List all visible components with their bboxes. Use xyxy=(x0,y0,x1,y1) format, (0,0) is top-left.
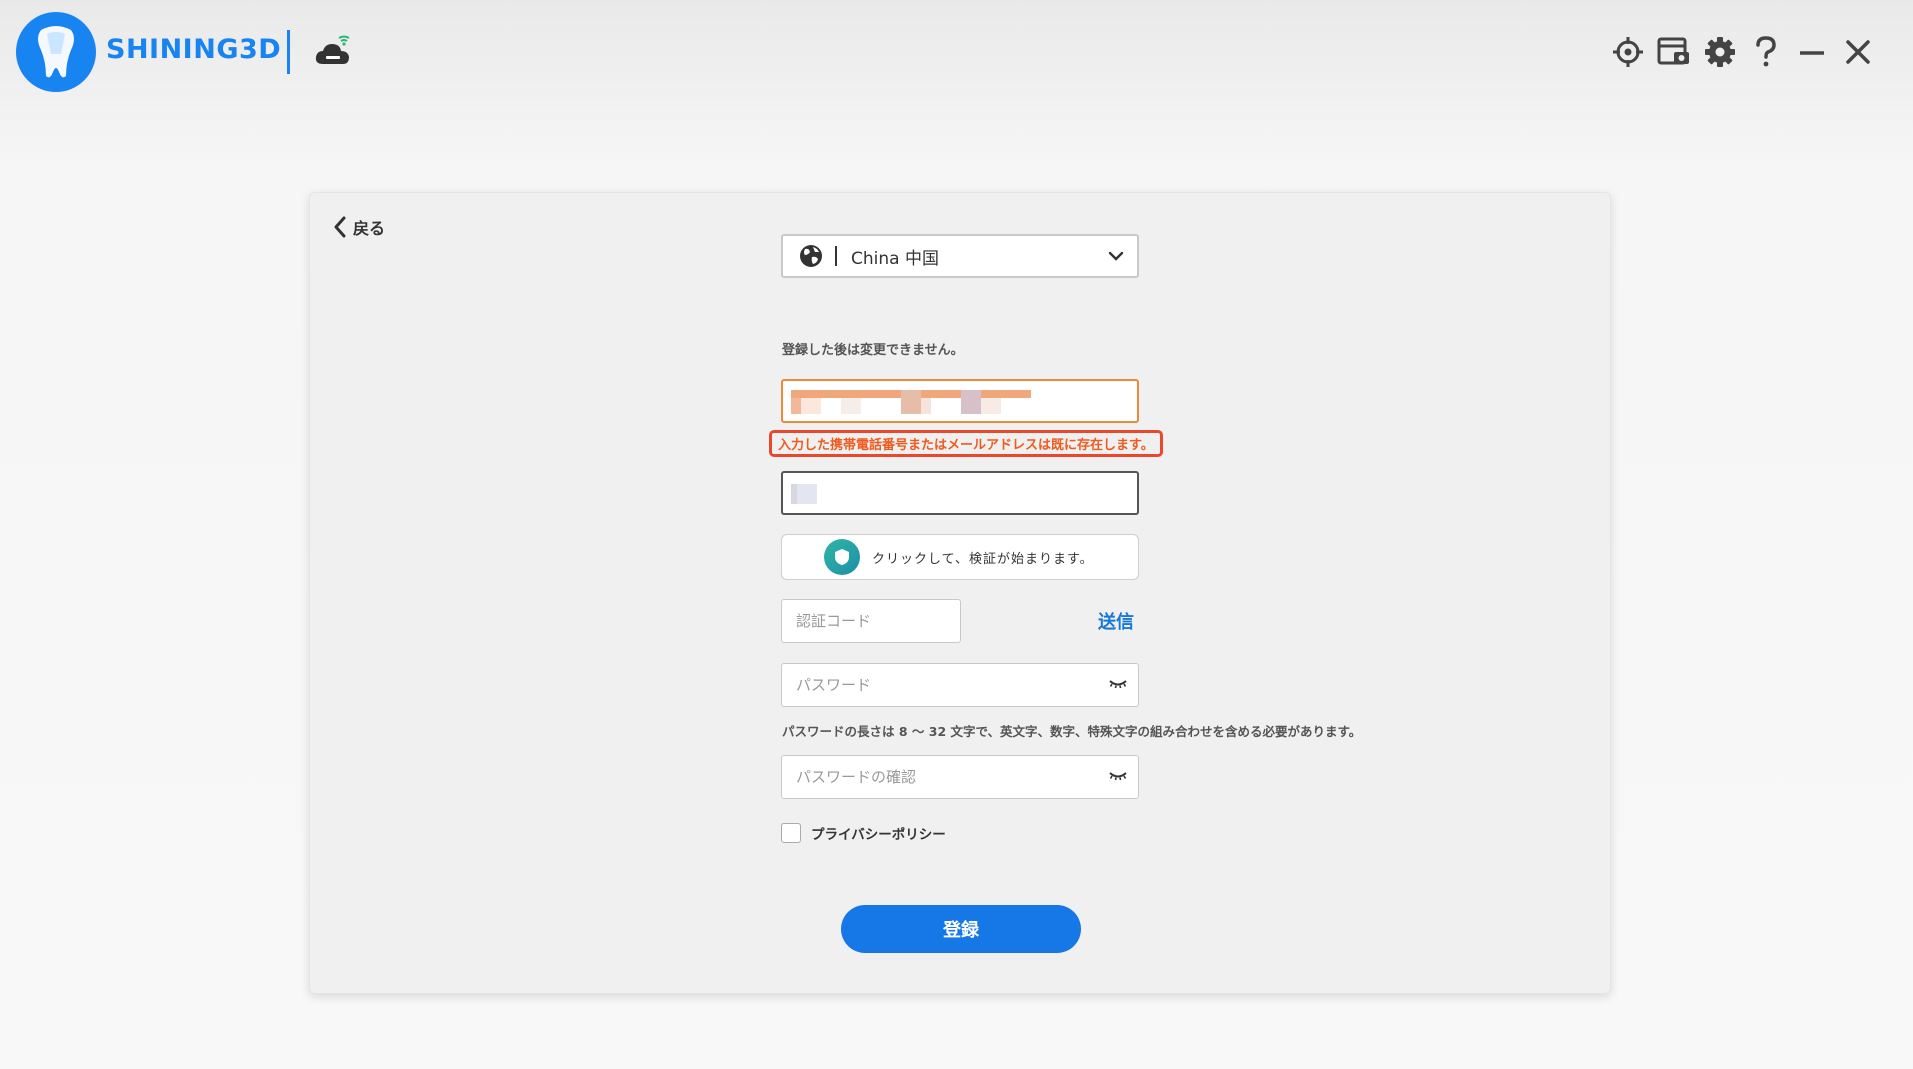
masked-account-value xyxy=(791,390,1031,414)
back-button[interactable]: 戻る xyxy=(333,215,385,239)
shield-icon xyxy=(824,539,860,575)
privacy-checkbox[interactable] xyxy=(781,823,801,843)
cloud-wifi-icon[interactable] xyxy=(313,32,353,72)
title-bar: SHINING3D xyxy=(0,0,1913,110)
verification-code-field[interactable] xyxy=(781,599,961,643)
eye-closed-icon[interactable] xyxy=(1108,769,1128,783)
minimize-icon[interactable] xyxy=(1795,30,1829,74)
region-divider xyxy=(835,246,837,266)
close-icon[interactable] xyxy=(1841,30,1875,74)
confirm-password-field[interactable] xyxy=(781,755,1139,799)
eye-closed-icon[interactable] xyxy=(1108,677,1128,691)
password-input[interactable] xyxy=(782,664,1138,706)
help-icon[interactable] xyxy=(1749,30,1783,74)
error-message: 入力した携帯電話番号またはメールアドレスは既に存在します。 xyxy=(769,430,1163,457)
chevron-down-icon xyxy=(1108,251,1124,261)
privacy-agreement: プライバシーポリシー xyxy=(781,823,946,843)
verification-code-input[interactable] xyxy=(782,600,960,642)
brand-name: SHINING3D xyxy=(106,34,282,65)
crosshair-icon[interactable] xyxy=(1611,30,1645,74)
send-code-button[interactable]: 送信 xyxy=(1098,608,1134,634)
confirm-password-input[interactable] xyxy=(782,756,1138,798)
back-label: 戻る xyxy=(353,219,386,238)
window-controls xyxy=(1611,30,1875,74)
privacy-policy-link[interactable]: プライバシーポリシー xyxy=(811,823,946,843)
name-input[interactable] xyxy=(781,471,1139,515)
password-field[interactable] xyxy=(781,663,1139,707)
region-hint: 登録した後は変更できません。 xyxy=(782,343,964,358)
brand-divider xyxy=(287,30,290,74)
masked-name-value xyxy=(791,484,817,504)
account-input[interactable] xyxy=(781,379,1139,423)
register-card: 戻る China 中国 登録した後は変更できません。 入力した携帯電話番号または… xyxy=(309,192,1611,994)
tooth-logo-icon xyxy=(16,12,96,92)
globe-icon xyxy=(800,245,822,267)
chevron-left-icon xyxy=(334,216,346,238)
captcha-verify-button[interactable]: クリックして、検証が始まります。 xyxy=(781,534,1139,580)
gear-icon[interactable] xyxy=(1703,30,1737,74)
password-hint: パスワードの長さは 8 ～ 32 文字で、英文字、数字、特殊文字の組み合わせを含… xyxy=(782,724,1362,739)
screenshot-icon[interactable] xyxy=(1657,30,1691,74)
captcha-verify-text: クリックして、検証が始まります。 xyxy=(872,551,1094,567)
register-button[interactable]: 登録 xyxy=(841,905,1081,953)
region-select[interactable]: China 中国 xyxy=(781,234,1139,278)
region-value: China 中国 xyxy=(851,248,939,269)
